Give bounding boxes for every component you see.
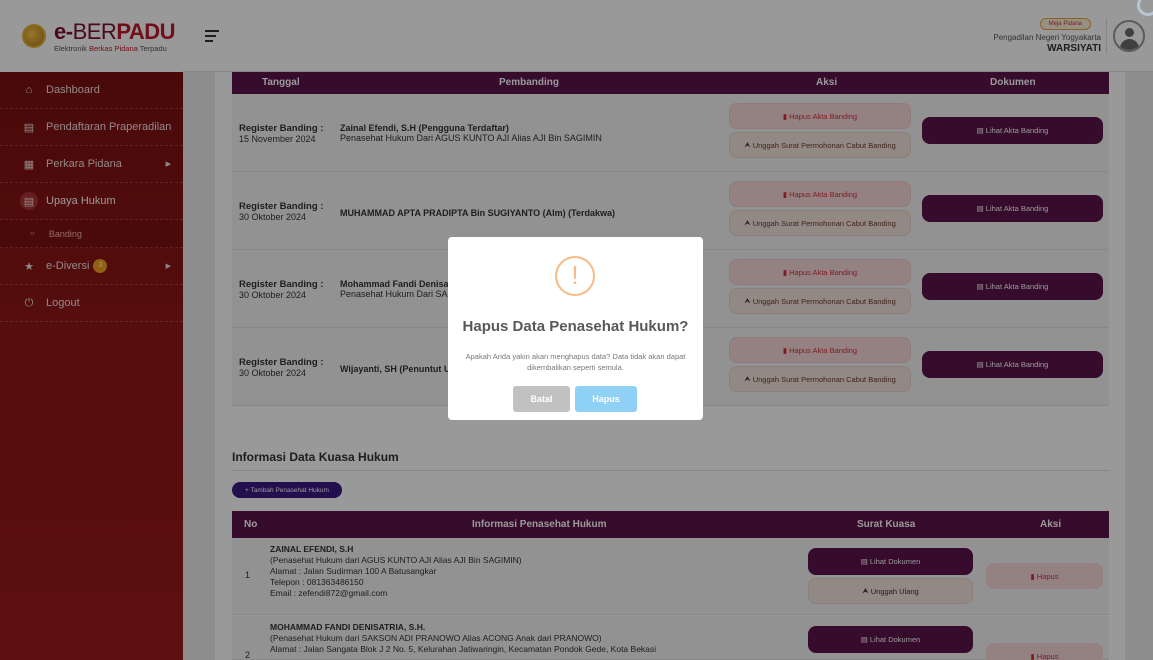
warning-icon: ! — [555, 256, 595, 296]
cancel-button[interactable]: Batal — [513, 386, 570, 412]
dialog-message: Apakah Anda yakin akan menghapus data? D… — [465, 352, 686, 372]
confirm-dialog: ! Hapus Data Penasehat Hukum? Apakah And… — [448, 237, 703, 420]
confirm-delete-button[interactable]: Hapus — [575, 386, 637, 412]
dialog-title: Hapus Data Penasehat Hukum? — [462, 318, 689, 335]
